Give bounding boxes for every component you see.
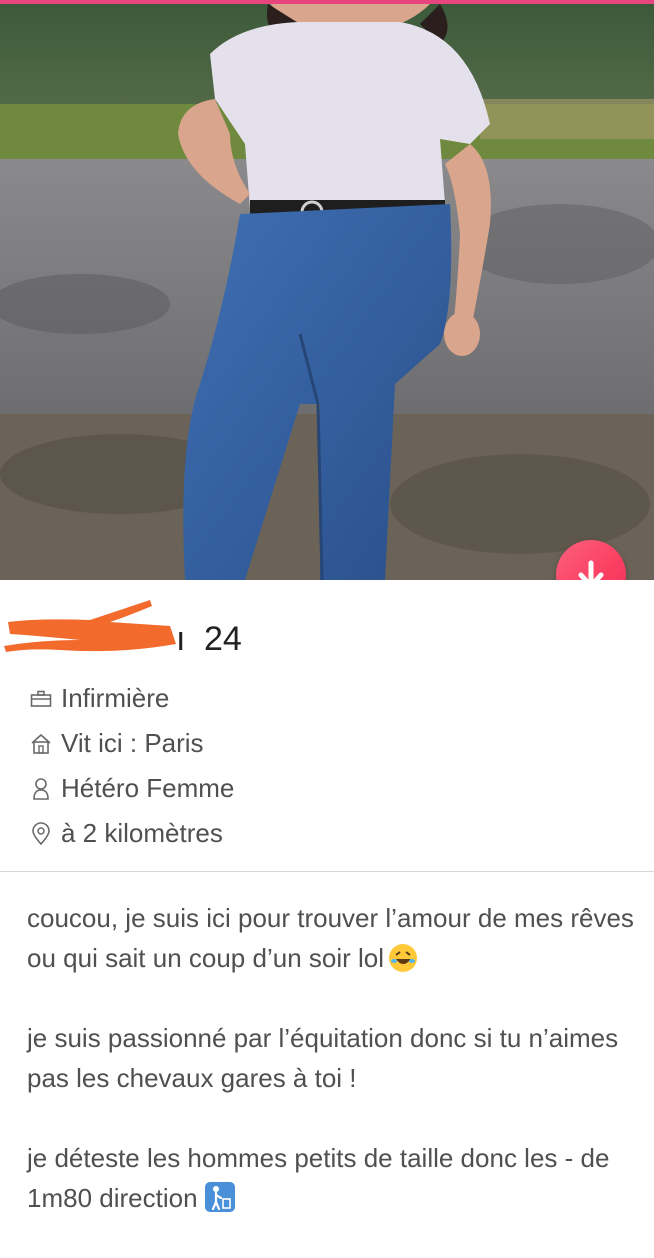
detail-job: Infirmière — [27, 676, 234, 721]
profile-photo[interactable] — [0, 4, 654, 580]
detail-distance: à 2 kilomètres — [27, 811, 234, 856]
name-age-row: ı 24 — [0, 600, 654, 660]
person-walking-trash-emoji-icon — [204, 1182, 235, 1212]
detail-distance-text: à 2 kilomètres — [61, 818, 223, 848]
detail-orientation-text: Hétéro Femme — [61, 773, 235, 803]
house-icon — [27, 730, 55, 758]
person-icon — [27, 775, 55, 803]
arrow-down-icon — [578, 560, 604, 580]
detail-city-text: Vit ici : Paris — [61, 728, 204, 758]
name-redaction-scribble: ı — [4, 600, 185, 658]
bio-paragraph-3: je déteste les hommes petits de taille d… — [27, 1138, 637, 1218]
profile-age: 24 — [204, 620, 242, 658]
bio-paragraph-2: je suis passionné par l’équitation donc … — [27, 1018, 637, 1098]
detail-orientation: Hétéro Femme — [27, 766, 234, 811]
bio-text-2: je suis passionné par l’équitation donc … — [27, 1023, 619, 1093]
location-pin-icon — [27, 820, 55, 848]
section-divider — [0, 871, 654, 872]
profile-bio: coucou, je suis ici pour trouver l’amour… — [27, 898, 637, 1258]
detail-city: Vit ici : Paris — [27, 721, 234, 766]
briefcase-icon — [27, 685, 55, 713]
photo-illustration — [0, 4, 654, 580]
bio-text-3: je déteste les hommes petits de taille d… — [27, 1143, 610, 1213]
profile-details: Infirmière Vit ici : Paris Hétéro Femme … — [27, 676, 234, 856]
detail-job-text: Infirmière — [61, 683, 170, 713]
bio-paragraph-1: coucou, je suis ici pour trouver l’amour… — [27, 898, 637, 978]
rolling-laughing-emoji-icon — [389, 944, 418, 972]
bio-text-1: coucou, je suis ici pour trouver l’amour… — [27, 903, 634, 973]
name-visible-fragment: ı — [176, 620, 185, 658]
